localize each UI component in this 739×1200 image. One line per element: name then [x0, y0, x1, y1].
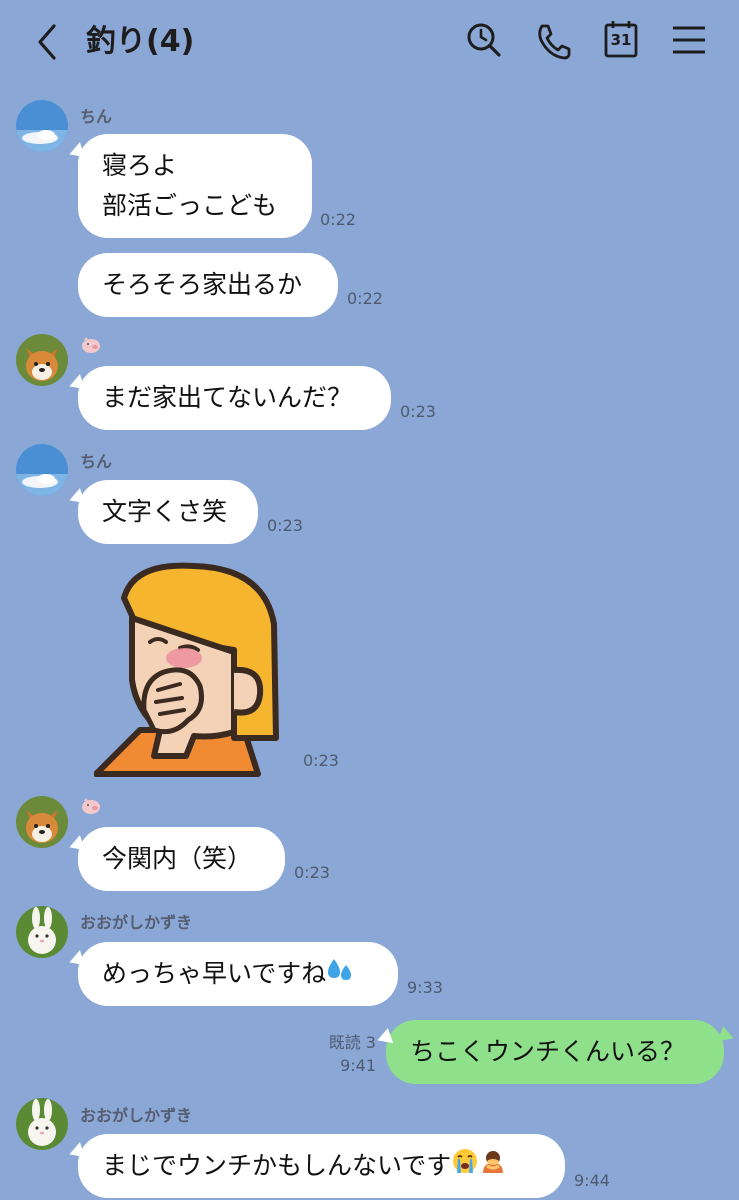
message-time: 9:44 — [574, 1171, 610, 1190]
message-time: 0:22 — [347, 289, 383, 308]
avatar-shiba-dog[interactable] — [16, 796, 68, 848]
avatar-rabbit[interactable] — [16, 1098, 68, 1150]
message-bubble[interactable]: 寝ろよ 部活ごっこども — [78, 134, 312, 238]
calendar-icon[interactable]: 31 — [601, 18, 641, 62]
loudly-crying-face-icon — [451, 1147, 479, 1187]
message-time: 9:33 — [407, 978, 443, 997]
sender-name: おおがしかずき — [80, 913, 193, 932]
person-bowing-icon — [479, 1147, 507, 1187]
message-time: 0:23 — [294, 863, 330, 882]
search-icon[interactable] — [464, 18, 504, 62]
message-time: 9:41 — [340, 1056, 376, 1075]
read-receipt: 既読 3 — [328, 1033, 376, 1052]
sender-name: おおがしかずき — [80, 1106, 193, 1125]
avatar-sky[interactable] — [16, 444, 68, 496]
message-bubble[interactable]: まだ家出てないんだ？ — [78, 366, 391, 430]
message-text: めっちゃ早いですね — [102, 959, 327, 988]
message-text: まじでウンチかもしんないです — [102, 1151, 452, 1180]
menu-icon[interactable] — [669, 18, 709, 62]
chat-title: 釣り(4) — [86, 24, 195, 59]
blushing-person-sticker[interactable] — [93, 560, 284, 780]
chat-header: 釣り(4) 31 — [0, 0, 739, 84]
pig-icon — [80, 797, 102, 815]
message-bubble[interactable]: まじでウンチかもしんないです — [78, 1134, 565, 1198]
sender-name: ちん — [80, 107, 113, 126]
message-bubble[interactable]: そろそろ家出るか — [78, 253, 338, 317]
calendar-day: 31 — [610, 31, 632, 49]
sender-name: ちん — [80, 452, 113, 471]
avatar-rabbit[interactable] — [16, 906, 68, 958]
pig-icon — [80, 336, 102, 354]
message-bubble[interactable]: 文字くさ笑 — [78, 480, 258, 544]
avatar-sky[interactable] — [16, 100, 68, 152]
message-time: 0:23 — [400, 402, 436, 421]
message-time: 0:23 — [303, 751, 339, 770]
message-time: 0:23 — [267, 516, 303, 535]
back-chevron-icon[interactable] — [32, 22, 62, 62]
outgoing-message-bubble[interactable]: ちこくウンチくんいる？ — [386, 1020, 724, 1084]
message-time: 0:22 — [320, 210, 356, 229]
avatar-shiba-dog[interactable] — [16, 334, 68, 386]
message-bubble[interactable]: めっちゃ早いですね — [78, 942, 398, 1006]
sweat-droplets-icon — [326, 955, 354, 995]
message-bubble[interactable]: 今関内（笑） — [78, 827, 285, 891]
phone-icon[interactable] — [533, 18, 573, 62]
